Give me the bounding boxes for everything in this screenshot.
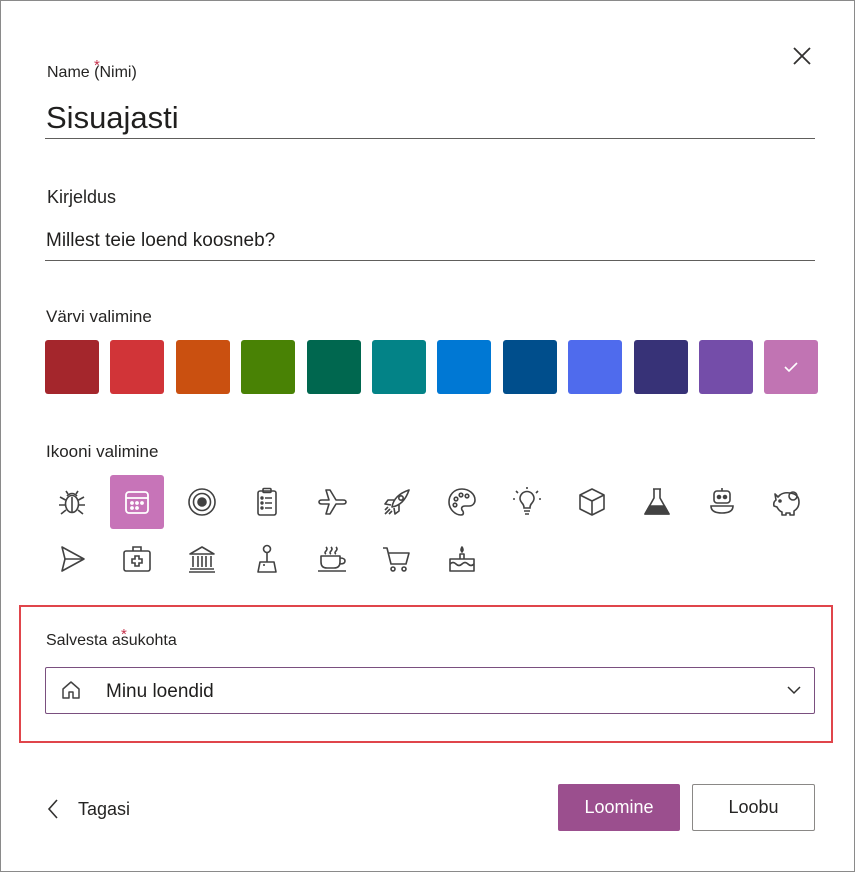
airplane-icon bbox=[318, 489, 347, 515]
icon-option-send[interactable] bbox=[45, 532, 99, 586]
bank-icon bbox=[189, 546, 215, 573]
color-swatch[interactable] bbox=[764, 340, 819, 394]
close-icon bbox=[793, 47, 811, 65]
icon-option-flask[interactable] bbox=[630, 475, 684, 529]
palette-icon bbox=[448, 488, 476, 516]
color-swatch[interactable] bbox=[175, 340, 230, 394]
chevron-left-icon bbox=[47, 799, 58, 819]
icon-option-cube[interactable] bbox=[565, 475, 619, 529]
icon-option-rocket[interactable] bbox=[370, 475, 424, 529]
chevron-down-icon bbox=[787, 686, 801, 695]
icon-option-first-aid[interactable] bbox=[110, 532, 164, 586]
icon-option-cake[interactable] bbox=[435, 532, 489, 586]
rocket-icon bbox=[384, 489, 410, 515]
clipboard-list-icon bbox=[257, 487, 277, 516]
description-input[interactable]: Millest teie loend koosneb? bbox=[46, 230, 275, 252]
back-button[interactable]: Tagasi bbox=[46, 795, 130, 823]
target-icon bbox=[188, 488, 216, 516]
cube-icon bbox=[579, 488, 605, 516]
icon-picker-label: Ikooni valimine bbox=[46, 442, 159, 461]
color-swatch[interactable] bbox=[110, 340, 165, 394]
icon-option-calendar[interactable] bbox=[110, 475, 164, 529]
color-swatch[interactable] bbox=[502, 340, 557, 394]
bug-icon bbox=[59, 490, 85, 515]
icon-option-piggy-bank[interactable] bbox=[760, 475, 814, 529]
description-underline bbox=[45, 260, 815, 261]
icon-option-airplane[interactable] bbox=[305, 475, 359, 529]
name-input[interactable]: Sisuajasti bbox=[46, 100, 179, 136]
create-button[interactable]: Loomine bbox=[558, 784, 680, 831]
send-icon bbox=[61, 546, 85, 572]
icon-option-cart[interactable] bbox=[370, 532, 424, 586]
required-asterisk: * bbox=[94, 57, 100, 74]
flask-icon bbox=[644, 488, 670, 515]
required-asterisk-location: * bbox=[121, 626, 127, 643]
color-swatch[interactable] bbox=[699, 340, 753, 394]
color-swatch[interactable] bbox=[306, 340, 361, 394]
icon-option-clipboard[interactable] bbox=[240, 475, 294, 529]
robot-icon bbox=[710, 488, 734, 514]
checkmark-icon bbox=[784, 362, 798, 373]
shopping-cart-icon bbox=[383, 547, 410, 572]
close-button[interactable] bbox=[788, 42, 816, 70]
icon-option-coffee[interactable] bbox=[305, 532, 359, 586]
description-label: Kirjeldus bbox=[47, 187, 117, 207]
cancel-button[interactable]: Loobu bbox=[692, 784, 815, 831]
save-location-dropdown[interactable]: Minu loendid bbox=[45, 667, 815, 714]
cake-icon bbox=[449, 546, 475, 572]
icon-option-bank[interactable] bbox=[175, 532, 229, 586]
icon-option-palette[interactable] bbox=[435, 475, 489, 529]
color-picker-label: Värvi valimine bbox=[46, 307, 152, 326]
icon-option-lightbulb[interactable] bbox=[500, 475, 554, 529]
icon-option-joystick[interactable] bbox=[240, 532, 294, 586]
color-swatch[interactable] bbox=[437, 340, 492, 394]
joystick-icon bbox=[257, 544, 277, 573]
coffee-cup-icon bbox=[318, 546, 346, 572]
icon-option-robot[interactable] bbox=[695, 475, 749, 529]
lightbulb-icon bbox=[513, 487, 541, 515]
piggy-bank-icon bbox=[772, 491, 800, 516]
home-icon bbox=[62, 681, 80, 699]
name-label: Name (Nimi) bbox=[47, 64, 137, 81]
first-aid-kit-icon bbox=[123, 546, 151, 572]
save-location-value: Minu loendid bbox=[106, 681, 214, 702]
back-label: Tagasi bbox=[78, 798, 131, 819]
color-swatch[interactable] bbox=[633, 340, 688, 394]
icon-option-target[interactable] bbox=[175, 475, 229, 529]
color-swatch[interactable] bbox=[372, 340, 426, 394]
color-swatch[interactable] bbox=[45, 340, 99, 394]
name-underline bbox=[45, 138, 815, 139]
color-swatch[interactable] bbox=[241, 340, 296, 394]
calendar-icon bbox=[125, 491, 149, 514]
save-location-label: Salvesta asukohta bbox=[46, 632, 177, 649]
color-swatch[interactable] bbox=[568, 340, 623, 394]
icon-option-bug[interactable] bbox=[45, 475, 99, 529]
